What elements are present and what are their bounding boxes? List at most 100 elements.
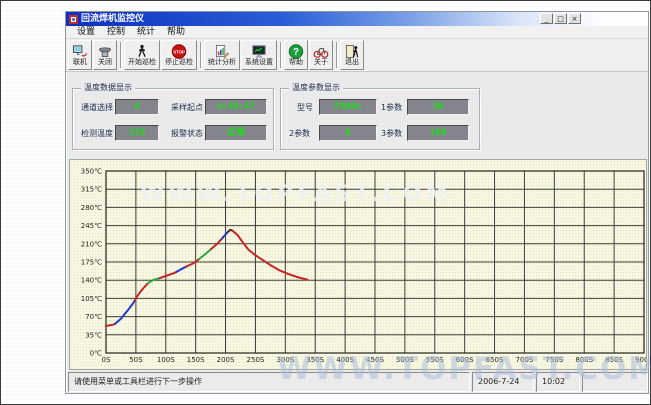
toolbar-button-about[interactable]: 关于 <box>309 40 333 70</box>
x-tick-label: 600S <box>456 356 474 364</box>
measure-value-display-3: 正常 <box>205 125 267 141</box>
window-controls: _ □ × <box>540 13 581 24</box>
param-field-label-2: 2参数 <box>289 129 310 138</box>
temperature-params-panel-title: 温度参数显示 <box>289 83 343 93</box>
profile-curve-segment <box>199 249 211 259</box>
param-field-label-1: 1参数 <box>381 103 402 112</box>
help-icon: ? <box>288 44 304 59</box>
menu-item-1[interactable]: 控制 <box>101 26 131 38</box>
measure-field-label-1: 采样起点 <box>171 103 203 112</box>
status-extra-cell <box>582 372 648 392</box>
x-tick-label: 750S <box>545 356 563 364</box>
measure-field-label-0: 通道选择 <box>81 103 113 112</box>
x-tick-label: 500S <box>396 356 414 364</box>
toolbar-button-label: 停止巡检 <box>165 59 193 67</box>
toolbar-button-label: 关于 <box>314 59 328 67</box>
measure-field-label-3: 报警状态 <box>171 129 203 138</box>
profile-curve-segment <box>186 259 199 267</box>
x-tick-label: 550S <box>426 356 444 364</box>
x-tick-label: 850S <box>605 356 623 364</box>
title-bar: 回流焊机监控仪 _ □ × <box>66 12 648 26</box>
toolbar-button-label: 开始巡检 <box>128 59 156 67</box>
y-tick-label: 315℃ <box>81 186 102 194</box>
toolbar-button-label: 帮助 <box>289 59 303 67</box>
minimize-button[interactable]: _ <box>540 13 553 24</box>
toolbar-button-label: 统计分析 <box>208 59 236 67</box>
start-patrol-icon <box>134 44 150 59</box>
menu-item-3[interactable]: 帮助 <box>161 26 191 38</box>
x-tick-label: 200S <box>217 356 235 364</box>
y-tick-label: 350℃ <box>81 168 102 176</box>
x-tick-label: 0S <box>102 356 111 364</box>
chart-panel: 0℃ 35℃ 70℃ 105℃ 140℃ 175℃ 210℃ 245℃ 280℃ 315℃ 350℃… <box>69 159 647 370</box>
temperature-params-panel: 温度参数显示 型号F980c1参数302参数03参数180 <box>280 88 480 150</box>
measure-value-display-0: 0 <box>115 99 159 115</box>
profile-curve-segment <box>115 301 135 324</box>
toolbar-button-label: 退出 <box>345 59 359 67</box>
toolbar-button-label: 联机 <box>73 59 87 67</box>
y-tick-label: 70℃ <box>85 313 102 321</box>
toolbar-button-label: 关闭 <box>98 59 112 67</box>
status-date: 2006-7-24 <box>472 372 534 392</box>
toolbar-button-stop-patrol[interactable]: STOP停止巡检 <box>161 40 197 70</box>
y-tick-label: 0℃ <box>90 350 102 358</box>
profile-curve-segment <box>148 278 160 283</box>
toolbar-separator <box>120 42 122 68</box>
system-settings-icon <box>251 44 267 59</box>
toolbar: 联机关闭开始巡检STOP停止巡检统计分析系统设置?帮助关于退出 <box>66 39 648 72</box>
toolbar-button-label: 系统设置 <box>245 59 273 67</box>
x-tick-label: 400S <box>336 356 354 364</box>
toolbar-button-disconnect[interactable]: 关闭 <box>93 40 117 70</box>
param-value-display-1: 30 <box>407 99 469 115</box>
y-tick-label: 245℃ <box>81 222 102 230</box>
x-tick-label: 650S <box>486 356 504 364</box>
close-button[interactable]: × <box>568 13 581 24</box>
exit-icon <box>344 44 360 59</box>
toolbar-button-start-patrol[interactable]: 开始巡检 <box>124 40 160 70</box>
toolbar-button-exit[interactable]: 退出 <box>340 40 364 70</box>
disconnect-icon <box>97 44 113 59</box>
profile-curve-segment <box>233 231 308 280</box>
profile-curve-segment <box>177 267 187 272</box>
measure-value-display-2: 158 <box>115 125 159 141</box>
y-tick-label: 210℃ <box>81 240 102 248</box>
measure-field-label-2: 检测温度 <box>81 129 113 138</box>
x-tick-label: 800S <box>575 356 593 364</box>
toolbar-button-system-settings[interactable]: 系统设置 <box>241 40 277 70</box>
toolbar-button-help[interactable]: ?帮助 <box>284 40 308 70</box>
profile-curve-segment <box>106 324 115 326</box>
toolbar-button-connect[interactable]: 联机 <box>68 40 92 70</box>
profile-curve-segment <box>160 272 177 278</box>
x-tick-label: 900S <box>635 356 646 364</box>
svg-text:?: ? <box>293 47 299 58</box>
maximize-button[interactable]: □ <box>554 13 567 24</box>
param-field-label-0: 型号 <box>297 103 313 112</box>
measure-value-display-1: 4:36:47 <box>205 99 267 115</box>
param-value-display-3: 180 <box>407 125 469 141</box>
toolbar-separator <box>336 42 338 68</box>
param-field-label-3: 3参数 <box>381 129 402 138</box>
temperature-data-panel: 温度数据显示 通道选择0采样起点4:36:47检测温度158报警状态正常 <box>72 88 274 150</box>
status-bar: 请使用菜单或工具栏进行下一步操作 2006-7-24 10:02 <box>68 372 648 392</box>
x-tick-label: 700S <box>516 356 534 364</box>
y-tick-label: 35℃ <box>85 331 102 339</box>
y-tick-label: 280℃ <box>81 204 102 212</box>
x-tick-label: 100S <box>157 356 175 364</box>
temperature-chart: 0℃ 35℃ 70℃ 105℃ 140℃ 175℃ 210℃ 245℃ 280℃ 315℃ 350℃… <box>70 160 646 369</box>
stop-patrol-icon: STOP <box>171 44 187 59</box>
y-tick-label: 105℃ <box>81 295 102 303</box>
toolbar-button-statistics[interactable]: 统计分析 <box>204 40 240 70</box>
status-message: 请使用菜单或工具栏进行下一步操作 <box>68 372 470 392</box>
temperature-data-panel-title: 温度数据显示 <box>81 83 135 93</box>
y-tick-label: 140℃ <box>81 277 102 285</box>
x-tick-label: 50S <box>129 356 143 364</box>
y-tick-label: 175℃ <box>81 259 102 267</box>
menu-item-2[interactable]: 统计 <box>131 26 161 38</box>
x-tick-label: 150S <box>187 356 205 364</box>
app-window: 回流焊机监控仪 _ □ × 设置控制统计帮助 联机关闭开始巡检STOP停止巡检统… <box>65 11 649 394</box>
toolbar-separator <box>200 42 202 68</box>
menu-bar: 设置控制统计帮助 <box>66 26 648 39</box>
menu-item-0[interactable]: 设置 <box>71 26 101 38</box>
toolbar-separator <box>280 42 282 68</box>
connect-icon <box>72 44 88 59</box>
